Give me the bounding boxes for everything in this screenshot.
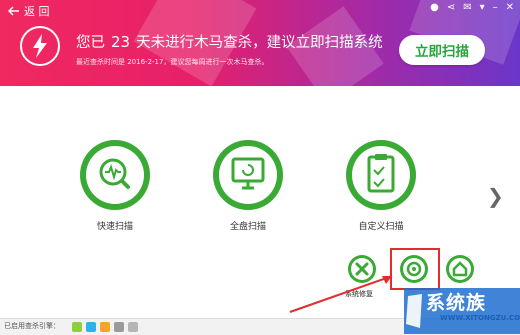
watermark-url: WWW.XITONGZU.COM [440, 314, 520, 322]
repair-engine-icon[interactable] [128, 322, 138, 332]
watermark-brand: 系统族 [426, 292, 487, 314]
qvm-engine-icon[interactable] [86, 322, 96, 332]
cloud-engine-icon[interactable] [72, 322, 82, 332]
avira-engine-icon[interactable] [114, 322, 124, 332]
bitdefender-engine-icon[interactable] [100, 322, 110, 332]
engines-label: 已启用查杀引擎： [4, 322, 60, 330]
